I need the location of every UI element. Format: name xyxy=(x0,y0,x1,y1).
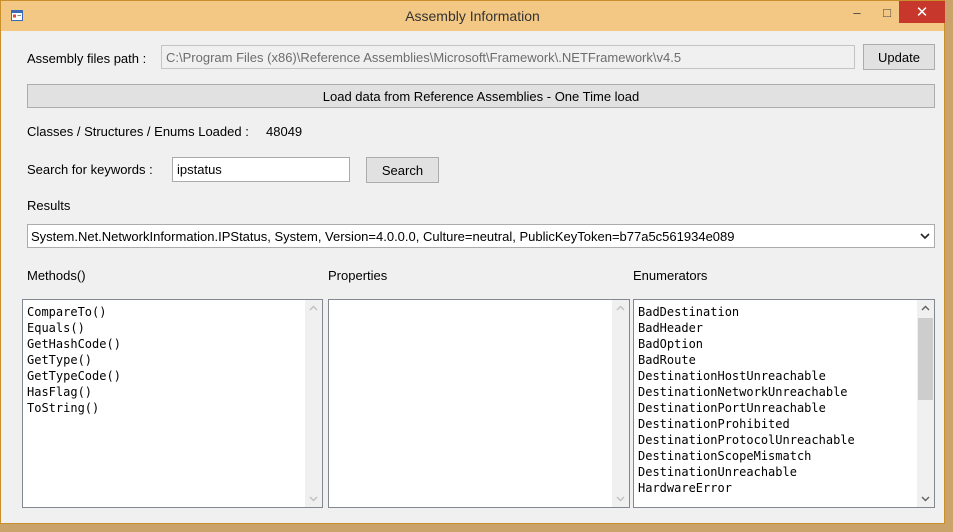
enumerators-listbox[interactable]: BadDestination BadHeader BadOption BadRo… xyxy=(633,299,935,508)
enumerators-scrollbar[interactable] xyxy=(917,300,934,507)
list-item[interactable]: BadHeader xyxy=(638,320,855,336)
title-bar[interactable]: Assembly Information – □ ✕ xyxy=(1,1,945,31)
search-button[interactable]: Search xyxy=(366,157,439,183)
search-keywords-label: Search for keywords : xyxy=(27,162,153,177)
list-item[interactable]: HardwareError xyxy=(638,480,855,496)
enumerators-label: Enumerators xyxy=(633,268,708,283)
assembly-path-field[interactable] xyxy=(161,45,855,69)
loaded-count-label: Classes / Structures / Enums Loaded : xyxy=(27,124,249,139)
list-item[interactable]: ToString() xyxy=(27,400,121,416)
search-input[interactable] xyxy=(172,157,350,182)
list-item[interactable]: HasFlag() xyxy=(27,384,121,400)
list-item[interactable]: DestinationHostUnreachable xyxy=(638,368,855,384)
properties-listbox[interactable] xyxy=(328,299,630,508)
arrow-down-icon[interactable] xyxy=(920,493,931,504)
window-title: Assembly Information xyxy=(405,8,540,24)
methods-label: Methods() xyxy=(27,268,86,283)
arrow-up-icon[interactable] xyxy=(920,303,931,314)
arrow-up-icon[interactable] xyxy=(615,303,626,314)
list-item[interactable]: DestinationProtocolUnreachable xyxy=(638,432,855,448)
list-item[interactable]: Equals() xyxy=(27,320,121,336)
methods-listbox[interactable]: CompareTo() Equals() GetHashCode() GetTy… xyxy=(22,299,323,508)
update-button[interactable]: Update xyxy=(863,44,935,70)
list-item[interactable]: CompareTo() xyxy=(27,304,121,320)
assembly-information-window: Assembly Information – □ ✕ Assembly file… xyxy=(0,0,945,524)
close-button[interactable]: ✕ xyxy=(899,1,945,23)
arrow-down-icon[interactable] xyxy=(308,493,319,504)
results-dropdown[interactable]: System.Net.NetworkInformation.IPStatus, … xyxy=(27,224,935,248)
list-item[interactable]: GetType() xyxy=(27,352,121,368)
assembly-path-label: Assembly files path : xyxy=(27,51,147,66)
list-item[interactable]: BadRoute xyxy=(638,352,855,368)
list-item[interactable]: DestinationScopeMismatch xyxy=(638,448,855,464)
results-label: Results xyxy=(27,198,71,213)
minimize-button[interactable]: – xyxy=(843,1,871,23)
enumerators-scroll-thumb[interactable] xyxy=(918,318,933,400)
chevron-down-icon[interactable] xyxy=(920,231,930,241)
load-reference-assemblies-button[interactable]: Load data from Reference Assemblies - On… xyxy=(27,84,935,108)
list-item[interactable]: GetHashCode() xyxy=(27,336,121,352)
list-item[interactable]: DestinationNetworkUnreachable xyxy=(638,384,855,400)
list-item[interactable]: BadDestination xyxy=(638,304,855,320)
list-item[interactable]: BadOption xyxy=(638,336,855,352)
properties-scrollbar[interactable] xyxy=(612,300,629,507)
list-item[interactable]: DestinationProhibited xyxy=(638,416,855,432)
list-item[interactable]: DestinationPortUnreachable xyxy=(638,400,855,416)
results-selected-value: System.Net.NetworkInformation.IPStatus, … xyxy=(31,228,735,244)
list-item[interactable]: DestinationUnreachable xyxy=(638,464,855,480)
arrow-up-icon[interactable] xyxy=(308,303,319,314)
methods-scrollbar[interactable] xyxy=(305,300,322,507)
arrow-down-icon[interactable] xyxy=(615,493,626,504)
maximize-button[interactable]: □ xyxy=(873,1,901,23)
loaded-count-value: 48049 xyxy=(266,124,303,139)
list-item[interactable]: GetTypeCode() xyxy=(27,368,121,384)
properties-label: Properties xyxy=(328,268,388,283)
